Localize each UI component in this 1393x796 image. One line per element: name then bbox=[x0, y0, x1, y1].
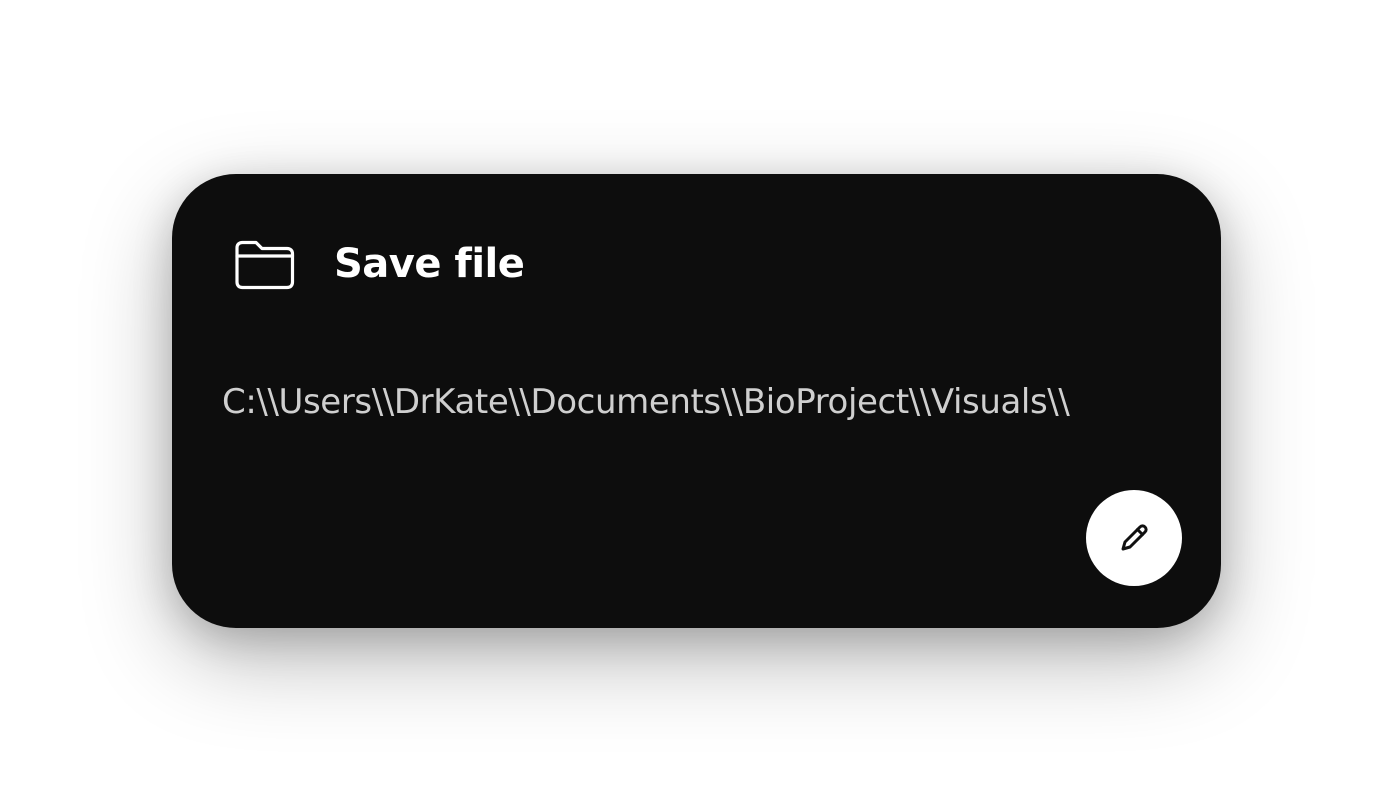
folder-icon bbox=[232, 236, 298, 292]
pencil-icon bbox=[1114, 518, 1154, 558]
stage: Save file C:\\Users\\DrKate\\Documents\\… bbox=[0, 0, 1393, 796]
file-path-text: C:\\Users\\DrKate\\Documents\\BioProject… bbox=[222, 382, 1070, 422]
card-header: Save file bbox=[232, 236, 525, 292]
edit-path-button[interactable] bbox=[1086, 490, 1182, 586]
save-file-card: Save file C:\\Users\\DrKate\\Documents\\… bbox=[172, 174, 1221, 628]
dialog-title: Save file bbox=[334, 241, 525, 287]
